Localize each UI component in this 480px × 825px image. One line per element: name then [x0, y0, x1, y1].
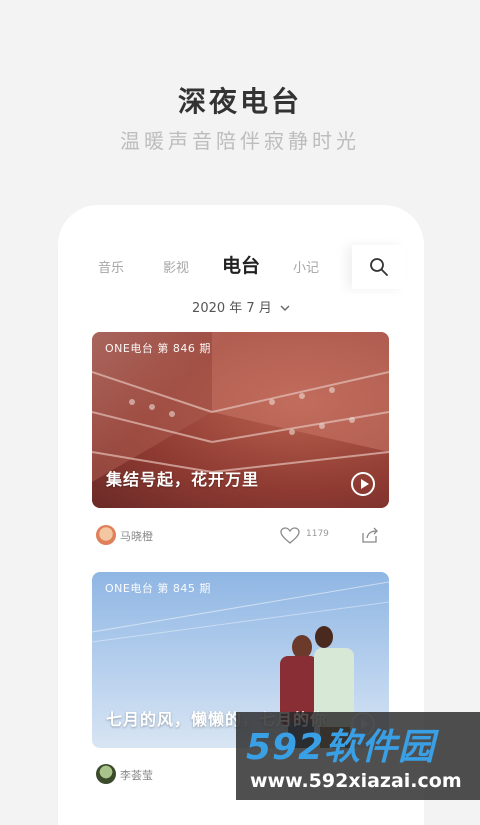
issue-badge: ONE电台 第 845 期 — [105, 582, 211, 595]
issue-badge: ONE电台 第 846 期 — [105, 342, 211, 355]
hero-subtitle: 温暖声音陪伴寂静时光 — [120, 129, 360, 153]
card-title: 集结号起，花开万里 — [106, 470, 260, 489]
chevron-down-icon — [280, 305, 290, 311]
card-meta: 马晓橙 1179 — [92, 523, 389, 547]
heart-icon[interactable] — [280, 527, 300, 545]
search-icon — [370, 258, 388, 276]
tab-notes[interactable]: 小记 — [293, 257, 319, 276]
date-label: 2020 年 7 月 — [192, 301, 272, 316]
avatar[interactable] — [96, 525, 116, 545]
like-count: 1179 — [306, 529, 329, 539]
search-button[interactable] — [352, 245, 406, 289]
watermark-url: www.592xiazai.com — [250, 770, 462, 792]
share-icon[interactable] — [360, 525, 380, 545]
avatar[interactable] — [96, 764, 116, 784]
tab-radio[interactable]: 电台 — [222, 251, 260, 278]
date-selector[interactable]: 2020 年 7 月 — [58, 297, 424, 316]
watermark: 592软件园 www.592xiazai.com — [236, 712, 480, 800]
tab-music[interactable]: 音乐 — [98, 257, 124, 276]
play-icon[interactable] — [351, 472, 375, 496]
watermark-brand: 592软件园 — [246, 727, 436, 768]
author-name[interactable]: 李荟莹 — [120, 767, 153, 783]
radio-card[interactable]: ONE电台 第 846 期 集结号起，花开万里 — [92, 332, 389, 508]
hero-title: 深夜电台 — [177, 85, 302, 118]
author-name[interactable]: 马晓橙 — [120, 528, 153, 544]
tab-movies[interactable]: 影视 — [163, 257, 189, 276]
